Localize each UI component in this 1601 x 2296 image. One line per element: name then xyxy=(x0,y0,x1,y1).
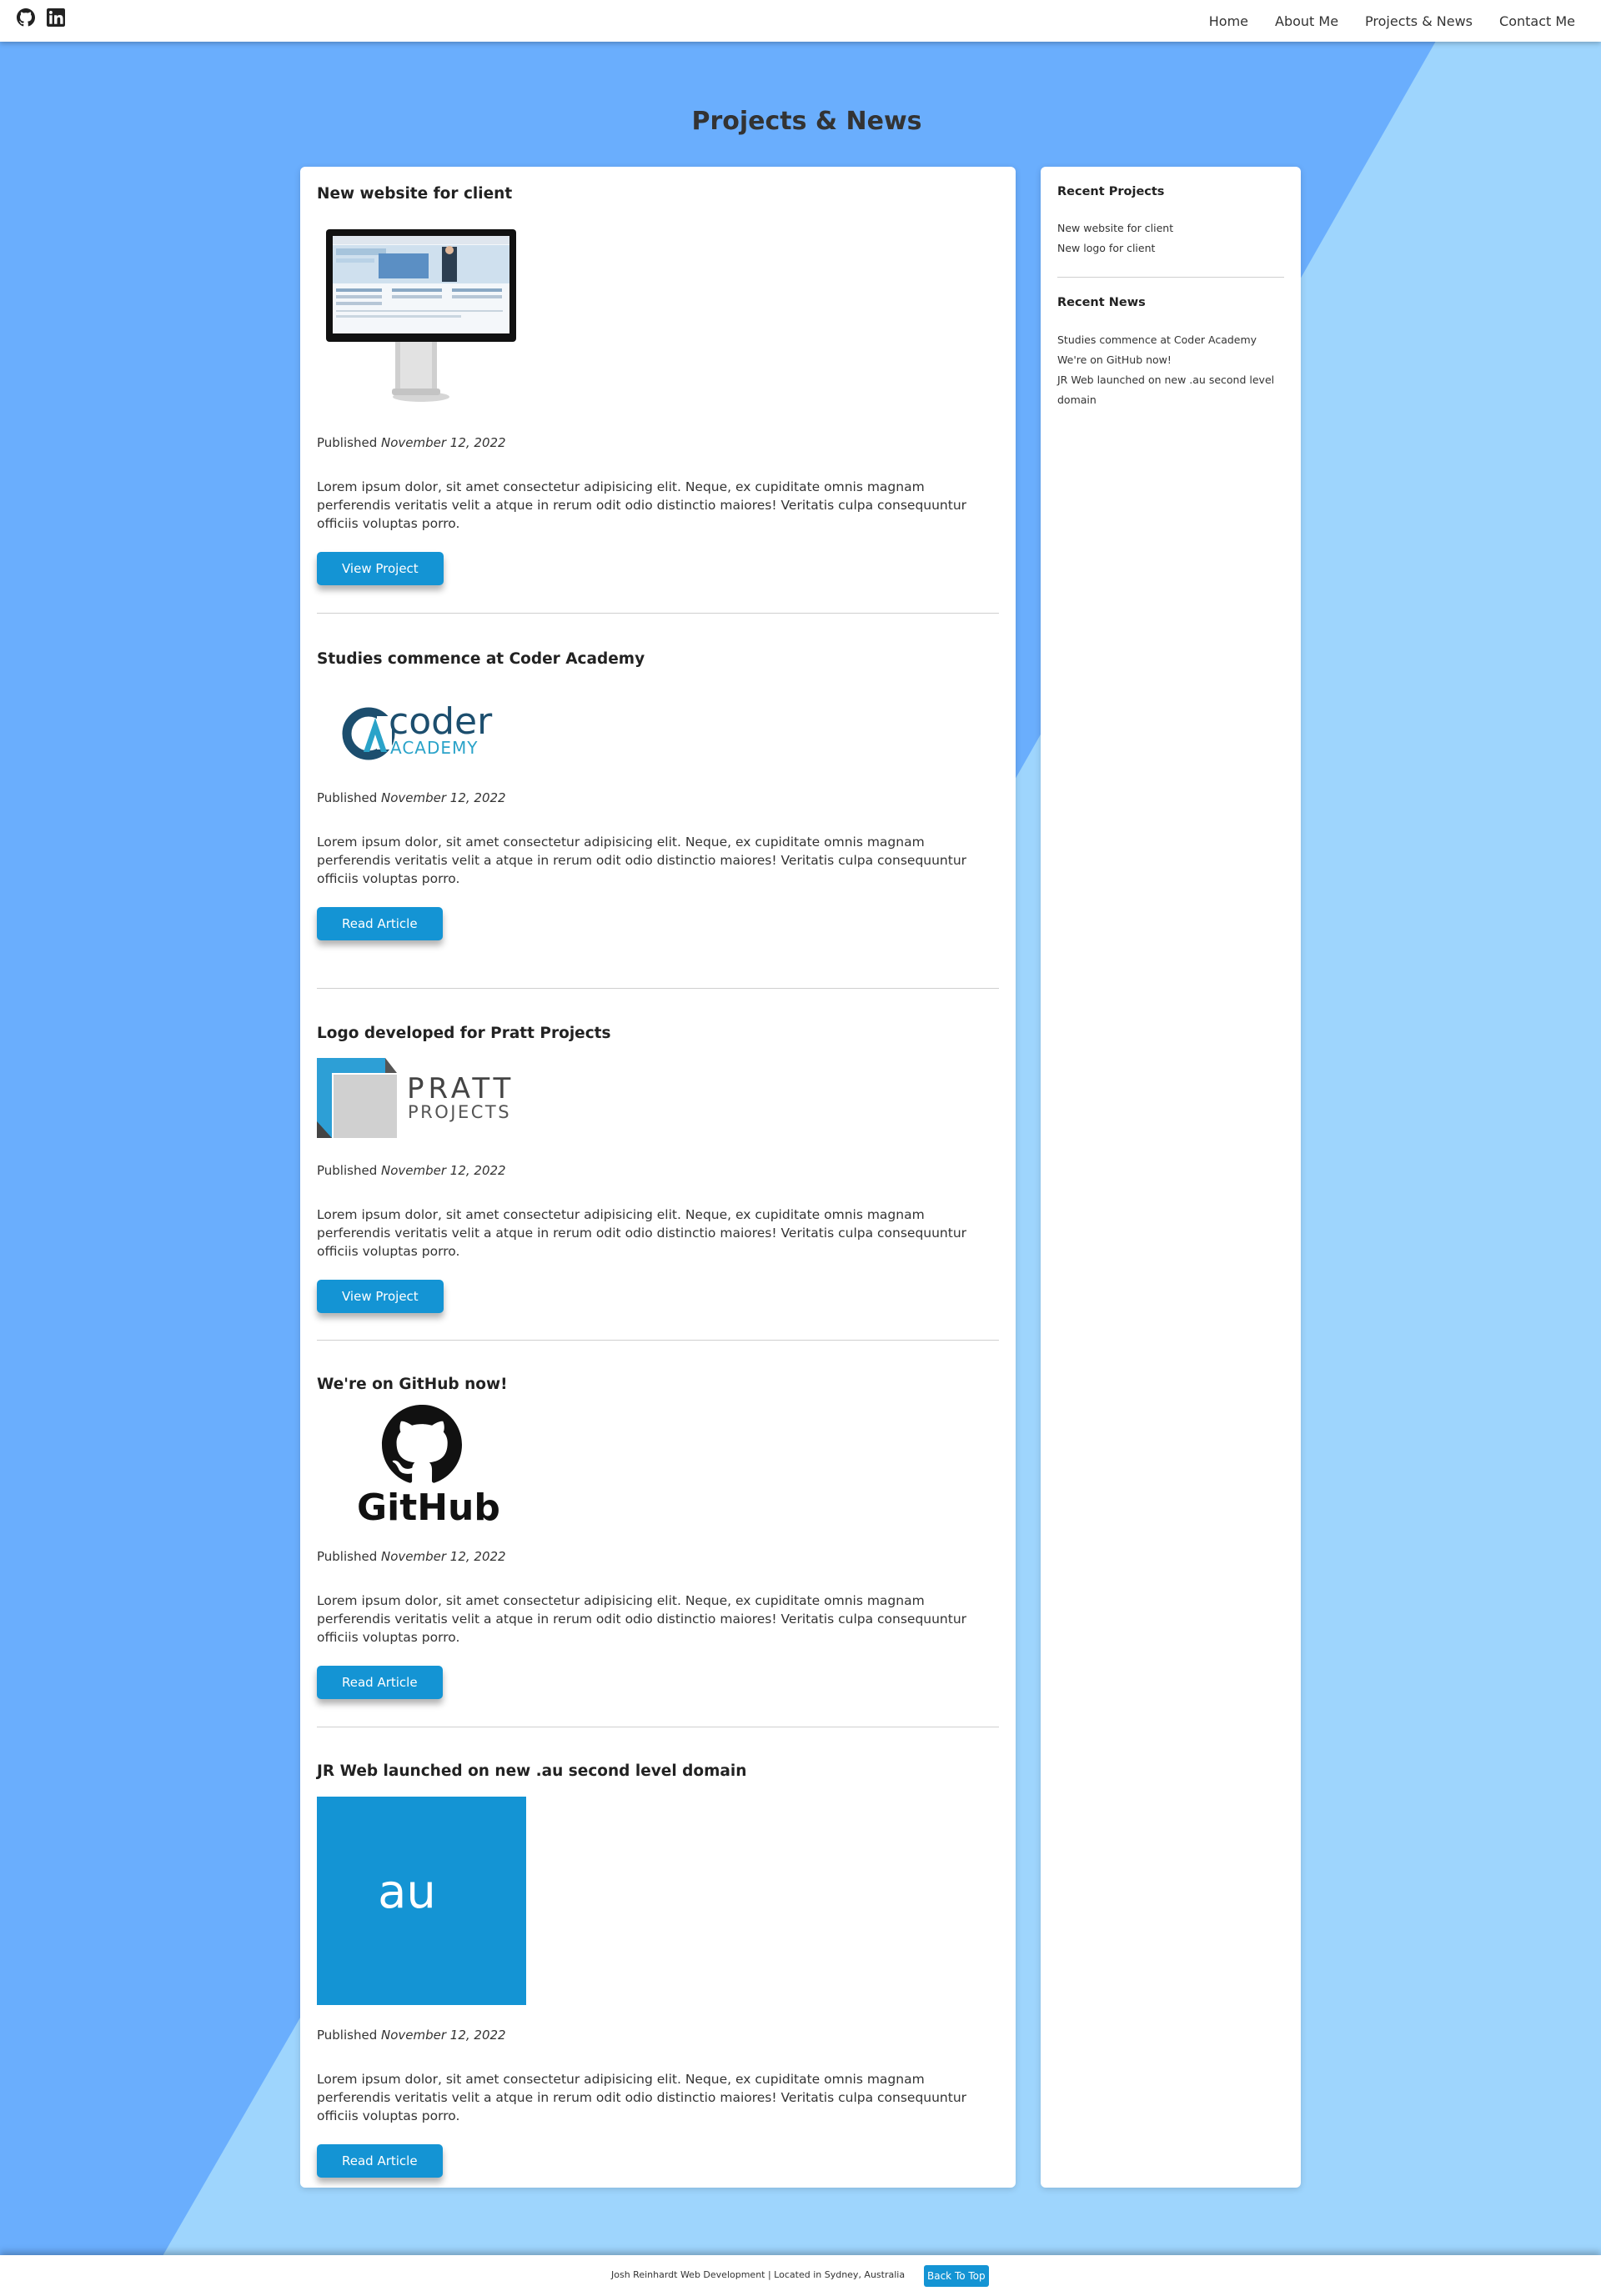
view-project-button[interactable]: View Project xyxy=(317,1280,444,1313)
coder-logo-text: coder xyxy=(389,700,493,743)
page-title: Projects & News xyxy=(691,107,922,137)
github-logo-text: GitHub xyxy=(357,1486,500,1529)
nav-contact-me[interactable]: Contact Me xyxy=(1499,13,1575,29)
projects-logo-text: PROJECTS xyxy=(408,1102,511,1122)
nav-home[interactable]: Home xyxy=(1209,13,1248,29)
footer: Josh Reinhardt Web Development | Located… xyxy=(0,2255,1601,2296)
post-title: Studies commence at Coder Academy xyxy=(317,650,645,668)
post-divider xyxy=(317,613,999,614)
read-article-button[interactable]: Read Article xyxy=(317,907,443,940)
post-excerpt: Lorem ipsum dolor, sit amet consectetur … xyxy=(317,1207,967,1259)
recent-news-link[interactable]: JR Web launched on new .au second level … xyxy=(1057,370,1284,410)
recent-projects-list: New website for client New logo for clie… xyxy=(1057,218,1284,258)
post-excerpt: Lorem ipsum dolor, sit amet consectetur … xyxy=(317,2072,967,2123)
read-article-button[interactable]: Read Article xyxy=(317,2144,443,2178)
post-title: We're on GitHub now! xyxy=(317,1376,508,1393)
post-divider xyxy=(317,1340,999,1341)
published-date: Published November 12, 2022 xyxy=(317,2028,506,2043)
post-excerpt: Lorem ipsum dolor, sit amet consectetur … xyxy=(317,1593,967,1645)
pratt-projects-logo: PRATT PROJECTS xyxy=(317,1058,514,1138)
footer-text: Josh Reinhardt Web Development | Located… xyxy=(611,2269,906,2280)
post-divider xyxy=(317,988,999,989)
post-title: JR Web launched on new .au second level … xyxy=(317,1762,747,1780)
github-icon[interactable] xyxy=(17,8,35,27)
monitor-image xyxy=(326,229,516,402)
recent-projects-heading: Recent Projects xyxy=(1057,185,1165,198)
au-logo-text: au xyxy=(378,1865,436,1919)
sidebar: Recent Projects New website for client N… xyxy=(1041,167,1301,2188)
github-logo: GitHub xyxy=(357,1405,500,1529)
pratt-logo-text: PRATT xyxy=(407,1072,514,1105)
coder-academy-logo: coder ACADEMY xyxy=(342,700,493,760)
au-domain-image: au xyxy=(317,1797,526,2005)
post-title: Logo developed for Pratt Projects xyxy=(317,1025,611,1042)
recent-news-heading: Recent News xyxy=(1057,296,1146,309)
main-menu: Home About Me Projects & News Contact Me xyxy=(1209,0,1575,42)
back-to-top-button[interactable]: Back To Top xyxy=(924,2265,989,2287)
sidebar-divider xyxy=(1057,277,1284,278)
published-date: Published November 12, 2022 xyxy=(317,1549,506,1564)
published-date: Published November 12, 2022 xyxy=(317,1163,506,1178)
post-title: New website for client xyxy=(317,185,513,203)
top-navigation: Home About Me Projects & News Contact Me xyxy=(0,0,1601,42)
published-date: Published November 12, 2022 xyxy=(317,435,506,450)
read-article-button[interactable]: Read Article xyxy=(317,1666,443,1699)
post-excerpt: Lorem ipsum dolor, sit amet consectetur … xyxy=(317,835,967,886)
recent-news-link[interactable]: We're on GitHub now! xyxy=(1057,350,1284,370)
published-date: Published November 12, 2022 xyxy=(317,790,506,805)
recent-news-list: Studies commence at Coder Academy We're … xyxy=(1057,330,1284,410)
view-project-button[interactable]: View Project xyxy=(317,552,444,585)
recent-project-link[interactable]: New website for client xyxy=(1057,218,1284,238)
recent-news-link[interactable]: Studies commence at Coder Academy xyxy=(1057,330,1284,350)
post-excerpt: Lorem ipsum dolor, sit amet consectetur … xyxy=(317,479,967,531)
recent-project-link[interactable]: New logo for client xyxy=(1057,238,1284,258)
nav-projects-news[interactable]: Projects & News xyxy=(1365,13,1473,29)
social-links xyxy=(17,8,65,27)
academy-logo-text: ACADEMY xyxy=(390,738,479,758)
nav-about-me[interactable]: About Me xyxy=(1275,13,1338,29)
posts-card: New website for client Published Novembe… xyxy=(300,167,1016,2188)
linkedin-icon[interactable] xyxy=(47,8,65,27)
